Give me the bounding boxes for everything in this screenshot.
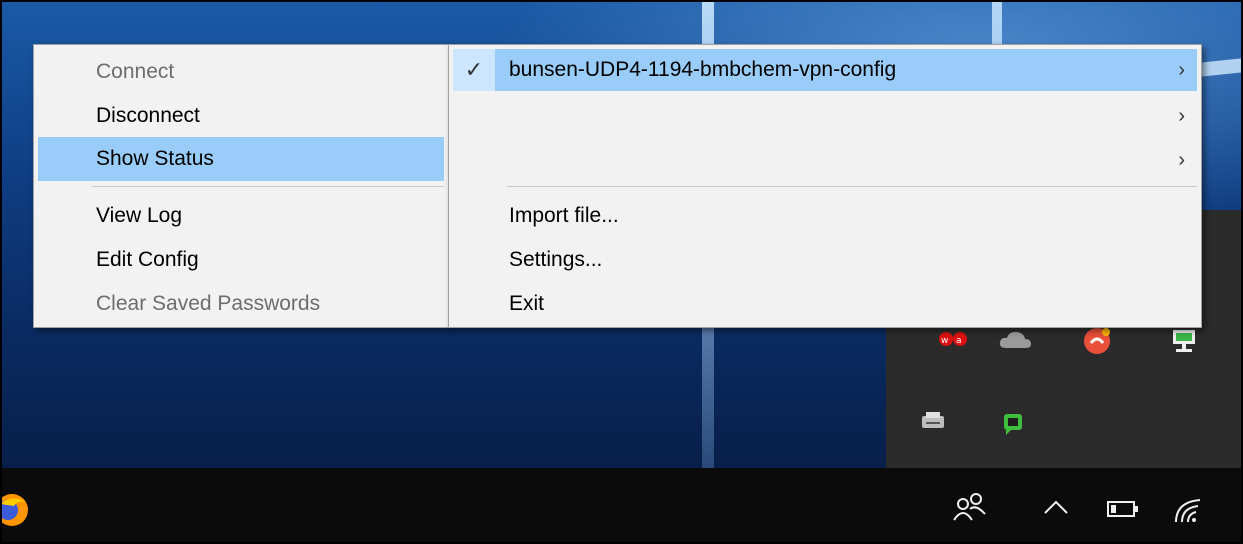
menu-item-disconnect[interactable]: Disconnect bbox=[38, 95, 444, 137]
menu-item-settings[interactable]: Settings... bbox=[453, 239, 1197, 281]
chevron-right-icon: › bbox=[1178, 149, 1185, 171]
desktop-background: wa Connect Disconnect Show Status View L… bbox=[2, 2, 1241, 468]
openvpn-tray-menu: ✓ bunsen-UDP4-1194-bmbchem-vpn-config › … bbox=[448, 44, 1202, 328]
menu-item-import-file[interactable]: Import file... bbox=[453, 195, 1197, 237]
menu-separator bbox=[507, 186, 1197, 187]
menu-item-connect[interactable]: Connect bbox=[38, 51, 444, 93]
chevron-up-icon[interactable] bbox=[1042, 498, 1070, 520]
menu-separator bbox=[92, 186, 444, 187]
onedrive-cloud-icon[interactable] bbox=[998, 328, 1032, 357]
menu-item-view-log[interactable]: View Log bbox=[38, 195, 444, 237]
menu-item-exit[interactable]: Exit bbox=[453, 283, 1197, 325]
menu-item-profile-3[interactable]: › bbox=[453, 139, 1197, 181]
battery-icon[interactable] bbox=[1106, 500, 1140, 522]
menu-item-profile-bunsen[interactable]: ✓ bunsen-UDP4-1194-bmbchem-vpn-config › bbox=[453, 49, 1197, 91]
network-monitor-icon[interactable] bbox=[1170, 328, 1198, 361]
taskbar bbox=[2, 468, 1241, 542]
printer-tray-icon[interactable] bbox=[920, 410, 946, 439]
menu-item-clear-saved-passwords[interactable]: Clear Saved Passwords bbox=[38, 283, 444, 325]
chat-app-tray-icon[interactable] bbox=[1002, 412, 1024, 443]
chevron-right-icon: › bbox=[1178, 105, 1185, 127]
weather-app-tray-icon[interactable]: wa bbox=[938, 328, 968, 357]
menu-item-edit-config[interactable]: Edit Config bbox=[38, 239, 444, 281]
menu-item-profile-2[interactable]: › bbox=[453, 95, 1197, 137]
svg-text:a: a bbox=[956, 336, 962, 346]
wifi-icon[interactable] bbox=[1172, 494, 1206, 528]
screen: wa Connect Disconnect Show Status View L… bbox=[0, 0, 1243, 544]
svg-text:w: w bbox=[941, 336, 948, 346]
vpn-profile-submenu: Connect Disconnect Show Status View Log … bbox=[33, 44, 449, 328]
check-icon: ✓ bbox=[453, 49, 495, 91]
firefox-icon[interactable] bbox=[2, 490, 34, 534]
people-icon[interactable] bbox=[952, 492, 988, 526]
menu-item-show-status[interactable]: Show Status bbox=[38, 137, 444, 181]
chevron-right-icon: › bbox=[1178, 59, 1185, 81]
update-alert-tray-icon[interactable] bbox=[1082, 326, 1112, 363]
